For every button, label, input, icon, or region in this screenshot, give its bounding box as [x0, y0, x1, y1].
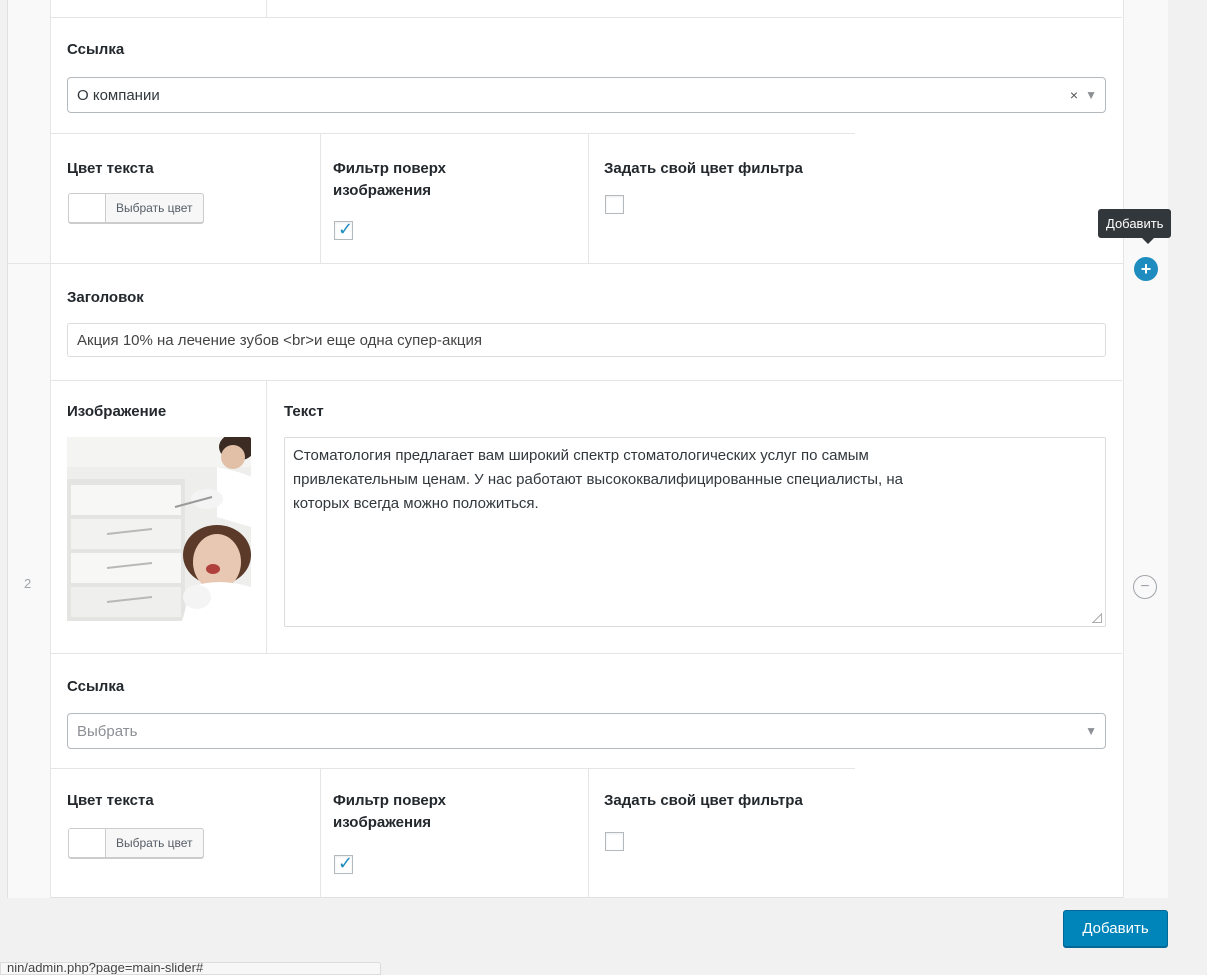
textarea-line: Стоматология предлагает вам широкий спек… — [293, 447, 869, 464]
row1-options-line — [51, 133, 855, 134]
row1-link-value: О компании — [77, 86, 160, 104]
row1-custom-filter-label: Задать свой цвет фильтра — [604, 160, 803, 177]
row2-text-label: Текст — [284, 403, 324, 420]
row2-link-top-line — [51, 653, 1122, 654]
row-separator — [8, 263, 1123, 264]
resize-handle-icon[interactable] — [1092, 613, 1102, 623]
checkmark-icon: ✓ — [338, 219, 354, 239]
row2-image-divider — [266, 380, 267, 653]
row2-options-divider-1 — [320, 768, 321, 898]
textarea-line: привлекательным ценам. У нас работают вы… — [293, 471, 904, 488]
color-swatch[interactable] — [69, 194, 106, 222]
row1-custom-filter-checkbox[interactable] — [605, 195, 624, 214]
dropdown-arrow-icon[interactable]: ▼ — [1085, 88, 1097, 102]
outer-column-right — [1168, 0, 1207, 910]
row2-filter-label-line1: Фильтр поверх — [333, 792, 447, 809]
row2-filter-checkbox[interactable]: ✓ — [334, 853, 354, 874]
clear-icon[interactable]: × — [1070, 87, 1078, 103]
dropdown-arrow-icon[interactable]: ▼ — [1085, 724, 1097, 738]
row1-choose-color-button[interactable]: Выбрать цвет — [106, 194, 203, 222]
row2-heading-label: Заголовок — [67, 289, 144, 306]
row2-text-textarea[interactable]: Стоматология предлагает вам широкий спек… — [284, 437, 1106, 627]
row1-filter-label-line2: изображения — [333, 182, 432, 199]
row2-color-picker[interactable]: Выбрать цвет — [68, 828, 204, 858]
row2-filter-label-line2: изображения — [333, 814, 432, 831]
row2-image-label: Изображение — [67, 403, 167, 420]
row1-filter-label-line1: Фильтр поверх — [333, 160, 447, 177]
row2-image-top-line — [51, 380, 1122, 381]
row2-link-select[interactable]: Выбрать ▼ — [67, 713, 1106, 749]
row-handle-column[interactable] — [8, 0, 51, 898]
row1-options-divider-2 — [588, 133, 589, 263]
textarea-line: которых всегда можно положиться. — [293, 495, 539, 512]
row1-top-line — [51, 17, 1122, 18]
row2-choose-color-button[interactable]: Выбрать цвет — [106, 829, 203, 857]
row1-top-divider — [266, 0, 267, 17]
row2-options-divider-2 — [588, 768, 589, 898]
dental-photo-illustration — [67, 437, 251, 621]
row1-link-label: Ссылка — [67, 41, 125, 58]
add-row-tooltip: Добавить — [1098, 209, 1172, 244]
row2-text-color-label: Цвет текста — [67, 792, 154, 809]
row1-link-select[interactable]: О компании × ▼ — [67, 77, 1106, 113]
row1-filter-checkbox[interactable]: ✓ — [334, 219, 354, 240]
row1-color-picker[interactable]: Выбрать цвет — [68, 193, 204, 223]
row1-text-color-label: Цвет текста — [67, 160, 154, 177]
row2-link-label: Ссылка — [67, 678, 125, 695]
row1-filter-label: Фильтр поверх изображения — [333, 158, 446, 202]
slide-image[interactable] — [67, 437, 251, 621]
row2-link-placeholder: Выбрать — [77, 722, 138, 740]
color-swatch[interactable] — [69, 829, 106, 857]
row1-options-divider-1 — [320, 133, 321, 263]
plus-circle-icon[interactable]: + — [1134, 257, 1158, 281]
row2-heading-input[interactable]: Акция 10% на лечение зубов <br>и еще одн… — [67, 323, 1106, 357]
add-button[interactable]: Добавить — [1063, 910, 1168, 947]
checkmark-icon: ✓ — [338, 853, 354, 873]
row2-filter-label: Фильтр поверх изображения — [333, 790, 446, 834]
row2-custom-filter-checkbox[interactable] — [605, 832, 624, 851]
row2-custom-filter-label: Задать свой цвет фильтра — [604, 792, 803, 809]
status-bar-url: nin/admin.php?page=main-slider# — [0, 962, 381, 975]
row-number: 2 — [24, 576, 32, 591]
row2-options-line — [51, 768, 855, 769]
row-actions-column — [1123, 0, 1168, 898]
minus-circle-icon[interactable]: − — [1133, 575, 1157, 599]
